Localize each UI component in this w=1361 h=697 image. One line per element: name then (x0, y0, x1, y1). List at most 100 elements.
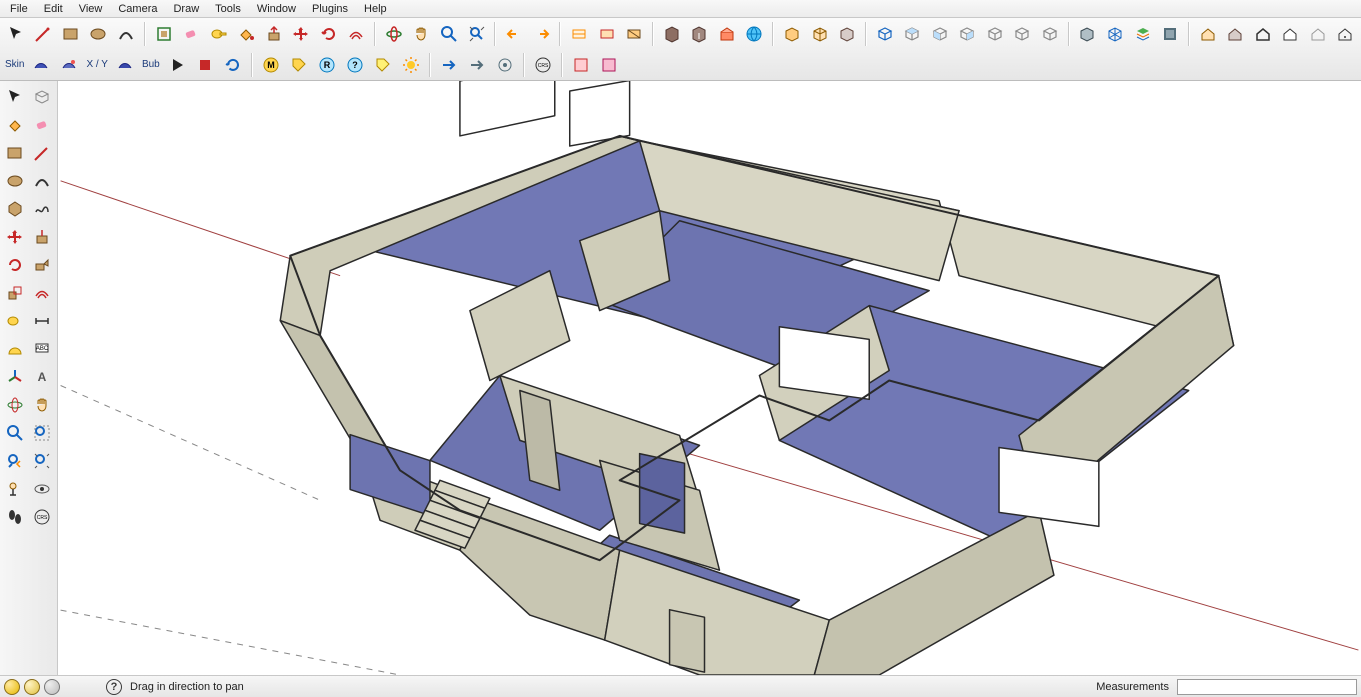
rectangle-tool[interactable] (58, 21, 84, 47)
zoom-tool-left[interactable] (2, 420, 28, 446)
push-pull-tool-left[interactable] (30, 224, 56, 250)
skin-tool-2[interactable] (56, 52, 82, 78)
pan-tool-left[interactable] (30, 392, 56, 418)
stop-button[interactable] (192, 52, 218, 78)
pan-tool[interactable] (409, 21, 435, 47)
line-tool-left[interactable] (30, 140, 56, 166)
arrow-tool-2[interactable] (464, 52, 490, 78)
get-models-button[interactable] (659, 21, 685, 47)
house-style-4[interactable] (1278, 21, 1304, 47)
box-tool-1[interactable] (779, 21, 805, 47)
style-xray-button[interactable] (1075, 21, 1101, 47)
arc-tool-left[interactable] (30, 168, 56, 194)
style-wireframe-button[interactable] (1102, 21, 1128, 47)
geo-location-button[interactable] (4, 679, 20, 695)
tape-tool-left[interactable] (2, 308, 28, 334)
layers-button[interactable] (1130, 21, 1156, 47)
play-button[interactable] (164, 52, 190, 78)
scale-tool-left[interactable] (2, 280, 28, 306)
right-view-button[interactable] (955, 21, 981, 47)
menu-help[interactable]: Help (356, 2, 395, 16)
3d-text-tool-left[interactable]: A (30, 364, 56, 390)
walk-tool-left[interactable] (2, 504, 28, 530)
menu-file[interactable]: File (2, 2, 36, 16)
sun-button[interactable] (398, 52, 424, 78)
measurements-input[interactable] (1177, 679, 1357, 695)
rotate-tool[interactable] (316, 21, 342, 47)
previous-view-left[interactable] (2, 448, 28, 474)
m-badge-button[interactable]: M (258, 52, 284, 78)
house-style-5[interactable] (1305, 21, 1331, 47)
zoom-extents-left[interactable] (30, 448, 56, 474)
eraser-tool[interactable] (178, 21, 204, 47)
left-view-button[interactable] (1010, 21, 1036, 47)
orbit-tool[interactable] (381, 21, 407, 47)
menu-camera[interactable]: Camera (110, 2, 165, 16)
offset-tool[interactable] (344, 21, 370, 47)
bottom-view-button[interactable] (1037, 21, 1063, 47)
paint-tool-left[interactable] (2, 112, 28, 138)
menu-draw[interactable]: Draw (165, 2, 207, 16)
xy-tool[interactable] (112, 52, 138, 78)
move-tool-left[interactable] (2, 224, 28, 250)
share-model-button[interactable] (687, 21, 713, 47)
help-badge-button[interactable]: ? (342, 52, 368, 78)
undo-button[interactable] (501, 21, 527, 47)
arrow-tool[interactable] (436, 52, 462, 78)
position-camera-left[interactable] (2, 476, 28, 502)
circle-tool-left[interactable] (2, 168, 28, 194)
crs-button[interactable]: CRS (530, 52, 556, 78)
component-tool-left[interactable] (30, 84, 56, 110)
rotate-tool-left[interactable] (2, 252, 28, 278)
skin-tool-1[interactable] (28, 52, 54, 78)
house-style-2[interactable] (1222, 21, 1248, 47)
top-view-button[interactable] (899, 21, 925, 47)
section-display-tool[interactable] (594, 21, 620, 47)
eraser-tool-left[interactable] (30, 112, 56, 138)
face-front-button[interactable] (568, 52, 594, 78)
back-view-button[interactable] (982, 21, 1008, 47)
menu-plugins[interactable]: Plugins (304, 2, 356, 16)
make-component-tool[interactable] (151, 21, 177, 47)
polygon-tool-left[interactable] (2, 196, 28, 222)
line-tool[interactable] (31, 21, 57, 47)
dimension-tool-left[interactable] (30, 308, 56, 334)
follow-me-tool-left[interactable] (30, 252, 56, 278)
refresh-button[interactable] (220, 52, 246, 78)
paint-bucket-tool[interactable] (233, 21, 259, 47)
3d-viewport[interactable] (58, 81, 1361, 675)
crs-tool-left[interactable]: CRS (30, 504, 56, 530)
select-tool-left[interactable] (2, 84, 28, 110)
claim-credit-button[interactable] (44, 679, 60, 695)
zoom-tool[interactable] (436, 21, 462, 47)
freehand-tool-left[interactable] (30, 196, 56, 222)
front-view-button[interactable] (927, 21, 953, 47)
box-tool-3[interactable] (834, 21, 860, 47)
box-tool-2[interactable] (807, 21, 833, 47)
iso-view-button[interactable] (872, 21, 898, 47)
menu-tools[interactable]: Tools (207, 2, 249, 16)
move-tool[interactable] (288, 21, 314, 47)
zoom-window-tool-left[interactable] (30, 420, 56, 446)
face-back-button[interactable] (596, 52, 622, 78)
text-tool-left[interactable]: ABC (30, 336, 56, 362)
select-tool[interactable] (3, 21, 29, 47)
tag-button[interactable] (286, 52, 312, 78)
axes-tool-left[interactable] (2, 364, 28, 390)
orbit-tool-left[interactable] (2, 392, 28, 418)
push-pull-tool[interactable] (261, 21, 287, 47)
menu-view[interactable]: View (71, 2, 111, 16)
zoom-extents-tool[interactable] (464, 21, 490, 47)
r-badge-button[interactable]: R (314, 52, 340, 78)
arc-tool[interactable] (113, 21, 139, 47)
rectangle-tool-left[interactable] (2, 140, 28, 166)
credits-button[interactable] (24, 679, 40, 695)
extensions-button[interactable] (742, 21, 768, 47)
target-tool[interactable] (492, 52, 518, 78)
menu-window[interactable]: Window (249, 2, 304, 16)
tape-measure-tool[interactable] (206, 21, 232, 47)
3d-warehouse-button[interactable] (714, 21, 740, 47)
protractor-tool-left[interactable] (2, 336, 28, 362)
house-style-1[interactable] (1195, 21, 1221, 47)
section-cut-tool[interactable] (621, 21, 647, 47)
